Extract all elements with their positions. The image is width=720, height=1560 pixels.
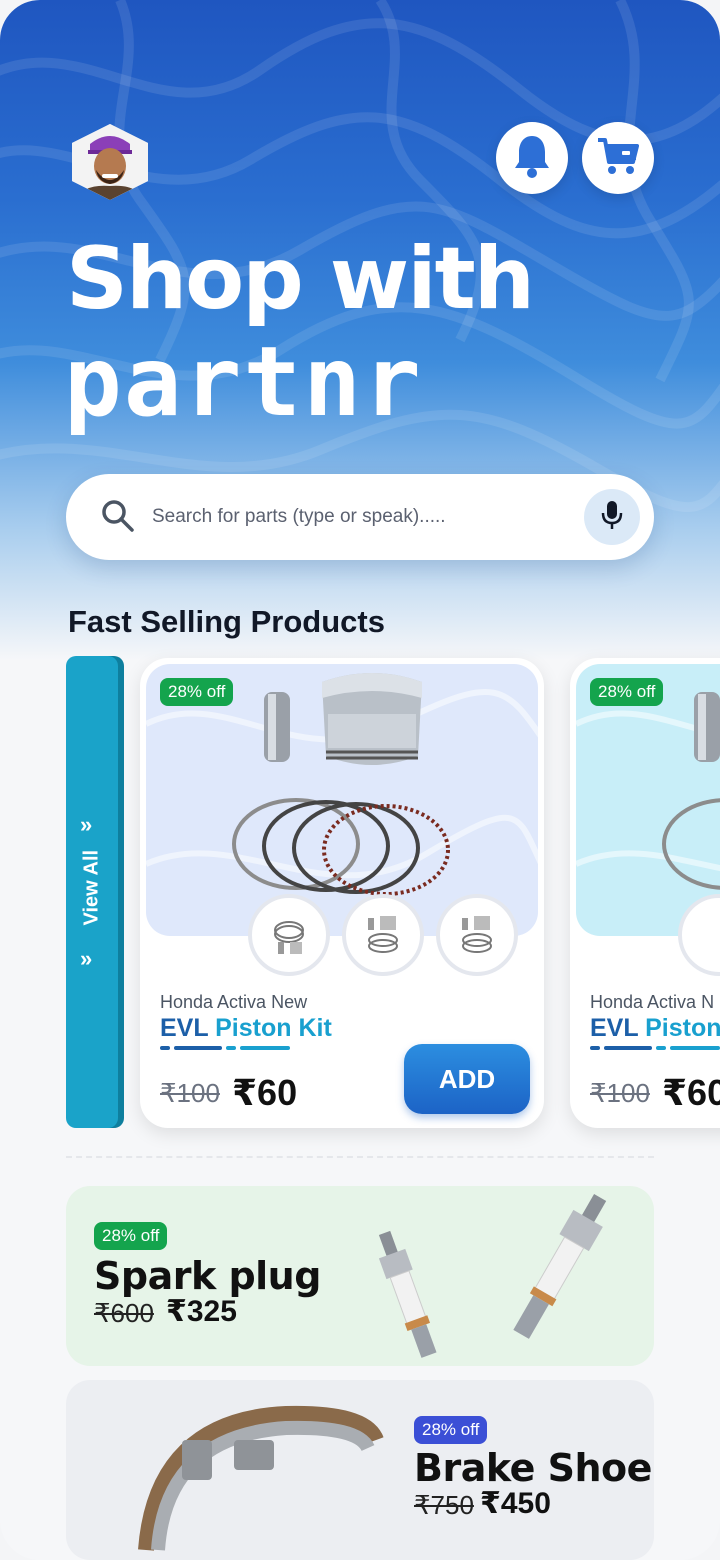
view-all-button[interactable]: » View All »	[66, 656, 118, 1128]
product-thumbnail[interactable]	[436, 894, 518, 976]
voice-search-button[interactable]	[584, 489, 640, 545]
search-input[interactable]	[152, 500, 552, 534]
product-name: EVL Piston	[590, 1014, 720, 1043]
app-screen: Shop with partnr Fast Selling Products »…	[0, 0, 720, 1560]
original-price: ₹750	[414, 1490, 474, 1520]
sale-price: ₹60	[662, 1072, 720, 1113]
discount-badge: 28% off	[414, 1416, 488, 1444]
search-bar[interactable]	[66, 474, 654, 560]
name-underline	[590, 1046, 720, 1050]
chevron-right-icon: »	[80, 812, 93, 837]
product-model: Honda Activa New	[160, 992, 308, 1012]
add-to-cart-button[interactable]: ADD	[404, 1044, 530, 1114]
cart-button[interactable]	[582, 122, 654, 194]
original-price: ₹600	[94, 1298, 154, 1328]
sale-price: ₹60	[232, 1072, 298, 1113]
view-all-label: View All	[80, 849, 103, 926]
product-card[interactable]: 28% off Honda Activa N EVL Piston ₹100 ₹…	[570, 658, 720, 1128]
spark-plug-image	[378, 1194, 607, 1358]
product-name-brand: EVL	[590, 1014, 639, 1042]
brake-shoe-image	[138, 1405, 384, 1551]
bell-icon	[512, 134, 552, 183]
cart-icon	[596, 136, 640, 181]
notification-button[interactable]	[496, 122, 568, 194]
promo-banner-spark-plug[interactable]: 28% off Spark plug ₹600 ₹325	[66, 1186, 654, 1366]
brand-logo: partnr	[64, 326, 423, 438]
section-divider	[66, 1156, 654, 1158]
product-thumbnail[interactable]	[342, 894, 424, 976]
hero-title: Shop with	[66, 229, 535, 329]
chevron-right-icon: »	[80, 946, 93, 971]
search-icon	[100, 498, 136, 539]
product-card[interactable]: 28% off Honda Activa New EVL Piston Kit …	[140, 658, 544, 1128]
product-name: EVL Piston Kit	[160, 1014, 332, 1043]
sale-price: ₹450	[480, 1487, 551, 1520]
product-model: Honda Activa N	[590, 992, 715, 1012]
product-name-item: Piston	[645, 1014, 720, 1042]
promo-title: Spark plug	[94, 1254, 321, 1298]
promo-banner-brake-shoe[interactable]: 28% off Brake Shoe ₹750 ₹450	[66, 1380, 654, 1560]
discount-badge: 28% off	[94, 1222, 168, 1250]
section-title: Fast Selling Products	[68, 604, 385, 639]
name-underline	[160, 1046, 290, 1050]
discount-badge: 28% off	[590, 678, 664, 706]
product-name-item: Piston Kit	[215, 1014, 332, 1042]
original-price: ₹100	[160, 1078, 220, 1108]
product-name-brand: EVL	[160, 1014, 209, 1042]
sale-price: ₹325	[166, 1295, 237, 1328]
promo-title: Brake Shoe	[414, 1446, 652, 1490]
mic-icon	[600, 499, 624, 536]
discount-badge: 28% off	[160, 678, 234, 706]
product-thumbnail[interactable]	[248, 894, 330, 976]
original-price: ₹100	[590, 1078, 650, 1108]
